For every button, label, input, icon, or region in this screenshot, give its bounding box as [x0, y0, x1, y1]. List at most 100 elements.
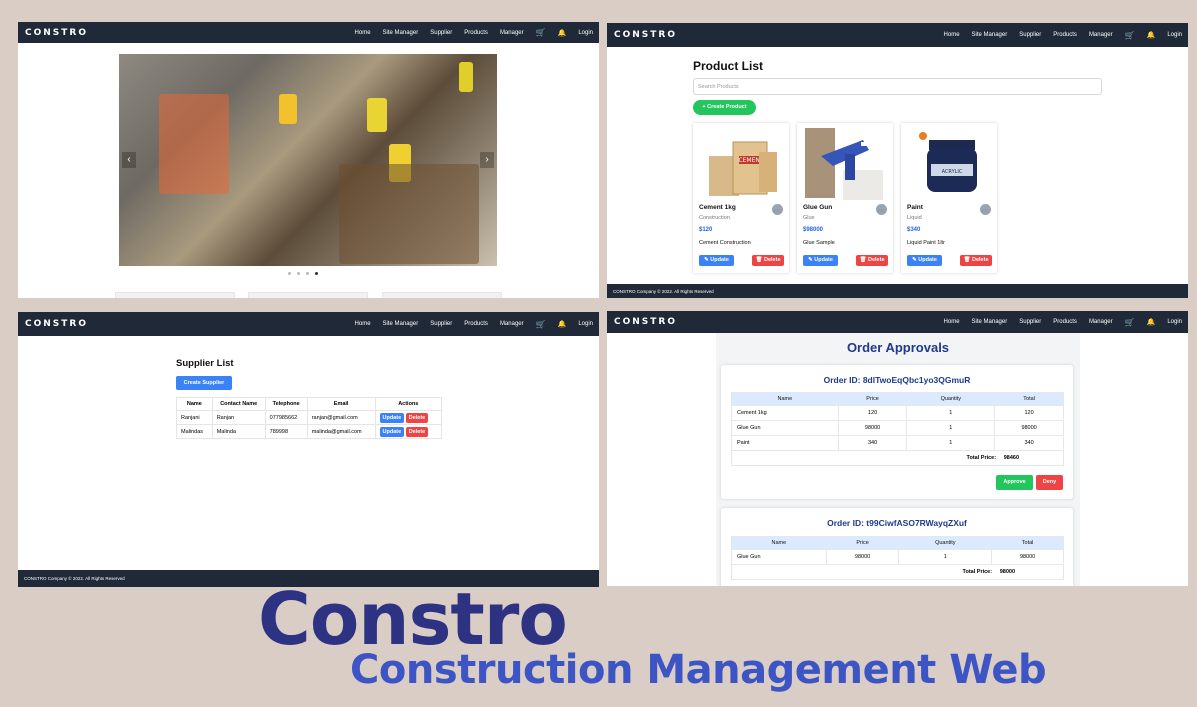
column-header: Quantity [906, 392, 996, 406]
create-supplier-button[interactable]: Create Supplier [176, 376, 232, 390]
approve-button[interactable]: Approve [996, 475, 1033, 490]
product-name: Glue Gun [803, 204, 833, 211]
carousel-next-button[interactable]: › [480, 152, 494, 168]
nav-products[interactable]: Products [464, 321, 488, 327]
navbar: CONSTRO Home Site Manager Supplier Produ… [607, 23, 1188, 47]
excavation-pit [339, 164, 479, 264]
delete-button[interactable]: Delete [405, 412, 429, 423]
nav-home[interactable]: Home [355, 30, 371, 36]
total-row: Total Price: 98460 [731, 450, 1064, 466]
nav-products[interactable]: Products [1053, 319, 1077, 325]
nav-supplier[interactable]: Supplier [1019, 319, 1041, 325]
brand-logo[interactable]: CONSTRO [607, 30, 677, 40]
product-description: Liquid Paint 1ltr [907, 240, 945, 246]
update-button[interactable]: ✎ Update [699, 255, 734, 266]
brand-logo[interactable]: CONSTRO [18, 28, 88, 38]
carousel-dot[interactable] [315, 272, 318, 275]
column-header: Telephone [264, 397, 308, 411]
column-header: Name [731, 536, 827, 550]
table-header-row: Name Price Quantity Total [731, 536, 1064, 550]
delete-label: Delete [764, 257, 781, 263]
delete-button[interactable]: 🗑 Delete [960, 255, 992, 266]
column-header: Actions [374, 397, 443, 411]
add-to-cart-icon[interactable]: 🛒 [980, 204, 991, 215]
nav-login[interactable]: Login [1167, 319, 1182, 325]
product-image: CEMENT [699, 126, 783, 202]
delete-button[interactable]: 🗑 Delete [752, 255, 784, 266]
nav-products[interactable]: Products [1053, 32, 1077, 38]
search-input[interactable]: Search Products [693, 78, 1102, 95]
carousel-dot[interactable] [288, 272, 291, 275]
nav-login[interactable]: Login [578, 30, 593, 36]
delete-button[interactable]: Delete [405, 426, 429, 437]
supplier-table: Name Contact Name Telephone Email Action… [176, 397, 443, 439]
column-header: Total [994, 392, 1064, 406]
footer: CONSTRO Company © 2022. All Rights Reser… [607, 284, 1188, 298]
item-name: Paint [731, 435, 839, 451]
supplier-contact: Ranjan [211, 410, 266, 425]
table-header-row: Name Price Quantity Total [731, 392, 1064, 406]
column-header: Email [306, 397, 376, 411]
carousel-dot[interactable] [297, 272, 300, 275]
update-button[interactable]: Update [379, 412, 405, 423]
nav-login[interactable]: Login [1167, 32, 1182, 38]
caption-title: Constro [258, 577, 568, 661]
add-to-cart-icon[interactable]: 🛒 [772, 204, 783, 215]
home-screenshot: CONSTRO Home Site Manager Supplier Produ… [18, 22, 599, 298]
nav-site-manager[interactable]: Site Manager [972, 32, 1008, 38]
delete-button[interactable]: 🗑 Delete [856, 255, 888, 266]
feature-card [382, 292, 502, 298]
add-to-cart-icon[interactable]: 🛒 [876, 204, 887, 215]
product-category: Construction [699, 215, 730, 221]
deny-button[interactable]: Deny [1036, 475, 1063, 490]
nav-manager[interactable]: Manager [500, 321, 524, 327]
item-price: 120 [837, 405, 908, 421]
brand-logo[interactable]: CONSTRO [18, 319, 88, 329]
nav-site-manager[interactable]: Site Manager [383, 30, 419, 36]
order-items-table: Name Price Quantity Total Glue Gun 98000… [731, 536, 1064, 580]
bell-icon[interactable]: 🔔 [558, 29, 567, 37]
product-image [803, 126, 887, 202]
cart-icon[interactable]: 🛒 [536, 320, 546, 329]
nav-site-manager[interactable]: Site Manager [383, 321, 419, 327]
bell-icon[interactable]: 🔔 [558, 320, 567, 328]
nav-products[interactable]: Products [464, 30, 488, 36]
page-title: Order Approvals [846, 340, 950, 355]
product-name: Paint [907, 204, 923, 211]
nav-supplier[interactable]: Supplier [430, 321, 452, 327]
cart-icon[interactable]: 🛒 [536, 28, 546, 37]
nav-manager[interactable]: Manager [500, 30, 524, 36]
update-button[interactable]: ✎ Update [907, 255, 942, 266]
nav-manager[interactable]: Manager [1089, 32, 1113, 38]
cart-icon[interactable]: 🛒 [1125, 318, 1135, 327]
column-header: Price [837, 392, 908, 406]
nav-home[interactable]: Home [944, 319, 960, 325]
cart-icon[interactable]: 🛒 [1125, 31, 1135, 40]
page-title: Product List [693, 59, 764, 73]
nav-supplier[interactable]: Supplier [1019, 32, 1041, 38]
nav-login[interactable]: Login [578, 321, 593, 327]
nav-home[interactable]: Home [355, 321, 371, 327]
update-button[interactable]: Update [379, 426, 405, 437]
update-button[interactable]: ✎ Update [803, 255, 838, 266]
bell-icon[interactable]: 🔔 [1147, 318, 1156, 326]
update-label: Update [710, 257, 729, 263]
item-name: Glue Gun [731, 549, 827, 565]
item-price: 340 [837, 435, 908, 451]
column-header: Name [731, 392, 839, 406]
carousel-dot[interactable] [306, 272, 309, 275]
create-product-button[interactable]: + Create Product [693, 100, 756, 115]
item-total: 98000 [994, 420, 1064, 436]
suppliers-screenshot: CONSTRO Home Site Manager Supplier Produ… [18, 312, 599, 587]
nav-home[interactable]: Home [944, 32, 960, 38]
nav-supplier[interactable]: Supplier [430, 30, 452, 36]
supplier-email: ranjan@gmail.com [306, 410, 376, 425]
nav-manager[interactable]: Manager [1089, 319, 1113, 325]
bell-icon[interactable]: 🔔 [1147, 31, 1156, 39]
carousel-prev-button[interactable]: ‹ [122, 152, 136, 168]
svg-text:ACRYLIC: ACRYLIC [942, 169, 963, 175]
brand-logo[interactable]: CONSTRO [607, 317, 677, 327]
worker-figure [279, 94, 297, 124]
nav-site-manager[interactable]: Site Manager [972, 319, 1008, 325]
product-card: CEMENT Cement 1kg Construction $120 Ceme… [693, 123, 789, 273]
